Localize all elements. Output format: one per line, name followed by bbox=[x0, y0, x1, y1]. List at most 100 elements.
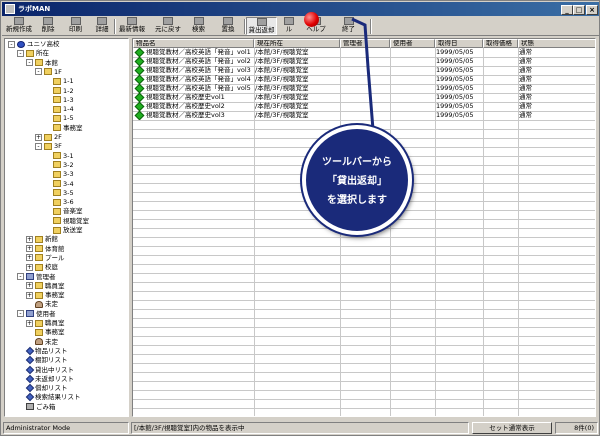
table-cell[interactable]: 1999/05/05 bbox=[436, 84, 482, 93]
expand-icon[interactable]: + bbox=[26, 245, 33, 253]
maximize-button[interactable]: □ bbox=[573, 5, 585, 15]
tree-node[interactable]: 3-6 bbox=[44, 198, 74, 207]
table-cell[interactable]: /本館/3F/視聴覚室 bbox=[255, 57, 339, 66]
table-cell[interactable]: 視聴覚教材／高校英語「発音」vol5 bbox=[134, 84, 253, 93]
toolbar-button-10[interactable]: ル bbox=[280, 17, 298, 35]
tree-node[interactable]: 3-3 bbox=[44, 170, 74, 179]
table-cell[interactable]: 1999/05/05 bbox=[436, 102, 482, 111]
tree-node[interactable]: 未返却リスト bbox=[17, 374, 74, 384]
tree-node[interactable]: 未定 bbox=[26, 300, 58, 309]
tree-node[interactable]: 3-1 bbox=[44, 152, 74, 161]
table-cell[interactable] bbox=[391, 93, 434, 102]
column-header[interactable]: 取得価格 bbox=[483, 39, 518, 48]
toolbar-button-2[interactable]: 削除 bbox=[35, 17, 61, 35]
folder-tree[interactable]: - ユニソ高校 - 所在 - 本館 -1F 1-1 1-2 1-3 1-4 1-5 事務室 +2F -3F 3… bbox=[4, 38, 129, 417]
table-cell[interactable] bbox=[484, 111, 517, 120]
tree-node[interactable]: - 使用者 bbox=[17, 310, 56, 319]
tree-node[interactable]: + 新館 bbox=[26, 235, 58, 244]
table-cell[interactable] bbox=[484, 93, 517, 102]
expand-icon[interactable]: + bbox=[26, 235, 33, 243]
expand-icon[interactable]: + bbox=[35, 133, 42, 141]
table-cell[interactable]: 1999/05/05 bbox=[436, 66, 482, 75]
table-cell[interactable]: 視聴覚教材／高校英語「発音」vol4 bbox=[134, 75, 253, 84]
tree-node[interactable]: 事務室 bbox=[44, 124, 83, 133]
table-cell[interactable] bbox=[391, 75, 434, 84]
table-cell[interactable] bbox=[391, 102, 434, 111]
tree-node[interactable]: 1-5 bbox=[44, 114, 74, 123]
tree-node[interactable]: 3-5 bbox=[44, 189, 74, 198]
tree-node[interactable]: 1-1 bbox=[44, 77, 74, 86]
table-cell[interactable]: 通常 bbox=[519, 66, 595, 75]
tree-node[interactable]: - 1F bbox=[35, 68, 62, 77]
tree-node[interactable]: 1-4 bbox=[44, 105, 74, 114]
tree-node[interactable]: 物品リスト bbox=[17, 346, 68, 356]
toolbar-button-3[interactable]: 印刷 bbox=[63, 17, 88, 35]
table-cell[interactable]: 1999/05/05 bbox=[436, 57, 482, 66]
tree-node[interactable]: + 校庭 bbox=[26, 263, 58, 272]
toolbar-button-6[interactable]: 元に戻す bbox=[152, 17, 184, 35]
tree-node[interactable]: + 事務室 bbox=[26, 291, 65, 300]
tree-node[interactable]: 3-4 bbox=[44, 180, 74, 189]
tree-node[interactable]: 償却リスト bbox=[17, 383, 68, 393]
table-cell[interactable]: 通常 bbox=[519, 111, 595, 120]
table-cell[interactable]: 1999/05/05 bbox=[436, 75, 482, 84]
table-cell[interactable]: 通常 bbox=[519, 57, 595, 66]
column-header[interactable]: 物品名 bbox=[133, 39, 254, 48]
toolbar-button-8[interactable]: 置換 bbox=[214, 17, 242, 35]
tree-node[interactable]: 音楽室 bbox=[44, 207, 83, 216]
tree-node[interactable]: 1-2 bbox=[44, 87, 74, 96]
close-button[interactable]: × bbox=[586, 5, 598, 15]
collapse-icon[interactable]: - bbox=[26, 59, 33, 67]
table-cell[interactable] bbox=[391, 84, 434, 93]
table-cell[interactable] bbox=[391, 66, 434, 75]
table-cell[interactable] bbox=[484, 75, 517, 84]
table-cell[interactable] bbox=[391, 57, 434, 66]
column-header[interactable]: 取得日 bbox=[435, 39, 483, 48]
table-cell[interactable]: 視聴覚教材／高校歴史vol1 bbox=[134, 93, 253, 102]
tree-node[interactable]: 事務室 bbox=[26, 328, 65, 337]
expand-icon[interactable]: + bbox=[26, 254, 33, 262]
tree-node[interactable]: 視聴覚室 bbox=[44, 217, 89, 226]
collapse-icon[interactable]: - bbox=[17, 310, 24, 318]
expand-icon[interactable]: + bbox=[26, 291, 33, 299]
table-cell[interactable]: 視聴覚教材／高校英語「発音」vol1 bbox=[134, 48, 253, 57]
tree-node[interactable]: - 所在 bbox=[17, 49, 49, 58]
table-cell[interactable]: 通常 bbox=[519, 93, 595, 102]
tree-node[interactable]: +2F bbox=[35, 133, 62, 142]
tree-node[interactable]: 1-3 bbox=[44, 96, 74, 105]
table-cell[interactable] bbox=[391, 48, 434, 57]
table-cell[interactable]: /本館/3F/視聴覚室 bbox=[255, 48, 339, 57]
table-cell[interactable]: 視聴覚教材／高校英語「発音」vol3 bbox=[134, 66, 253, 75]
table-cell[interactable] bbox=[484, 48, 517, 57]
table-cell[interactable]: 通常 bbox=[519, 102, 595, 111]
expand-icon[interactable]: + bbox=[26, 263, 33, 271]
table-cell[interactable]: 通常 bbox=[519, 48, 595, 57]
toolbar-button-5[interactable]: 最新情報 bbox=[116, 17, 148, 35]
tree-node[interactable]: - 3F bbox=[35, 142, 62, 151]
toolbar-button-9[interactable]: 貸出返却 bbox=[246, 17, 277, 35]
table-cell[interactable]: /本館/3F/視聴覚室 bbox=[255, 102, 339, 111]
column-header[interactable]: 状態 bbox=[518, 39, 595, 48]
tree-node[interactable]: - ユニソ高校 bbox=[8, 40, 60, 49]
expand-icon[interactable]: + bbox=[26, 319, 33, 327]
expand-icon[interactable]: + bbox=[26, 282, 33, 290]
collapse-icon[interactable]: - bbox=[8, 40, 15, 48]
column-header[interactable]: 現在所在 bbox=[254, 39, 340, 48]
table-cell[interactable]: /本館/3F/視聴覚室 bbox=[255, 111, 339, 120]
table-cell[interactable]: /本館/3F/視聴覚室 bbox=[255, 75, 339, 84]
set-normal-display-button[interactable]: セット通常表示 bbox=[472, 422, 552, 434]
toolbar-button-7[interactable]: 検索 bbox=[186, 17, 211, 35]
tree-node[interactable]: 3-2 bbox=[44, 161, 74, 170]
table-cell[interactable]: 通常 bbox=[519, 84, 595, 93]
tree-node[interactable]: + 職員室 bbox=[26, 282, 65, 291]
tree-node[interactable]: 放送室 bbox=[44, 226, 83, 235]
table-cell[interactable]: 視聴覚教材／高校英語「発音」vol2 bbox=[134, 57, 253, 66]
toolbar-button-1[interactable]: 新規作成 bbox=[4, 17, 34, 35]
tree-node[interactable]: 未定 bbox=[26, 338, 58, 347]
tree-node[interactable]: + 体育館 bbox=[26, 245, 65, 254]
tree-node[interactable]: - 本館 bbox=[26, 59, 58, 68]
collapse-icon[interactable]: - bbox=[17, 49, 24, 57]
tree-node[interactable]: 検索結果リスト bbox=[17, 393, 81, 402]
table-cell[interactable] bbox=[484, 57, 517, 66]
tree-node[interactable]: + 職員室 bbox=[26, 319, 65, 328]
